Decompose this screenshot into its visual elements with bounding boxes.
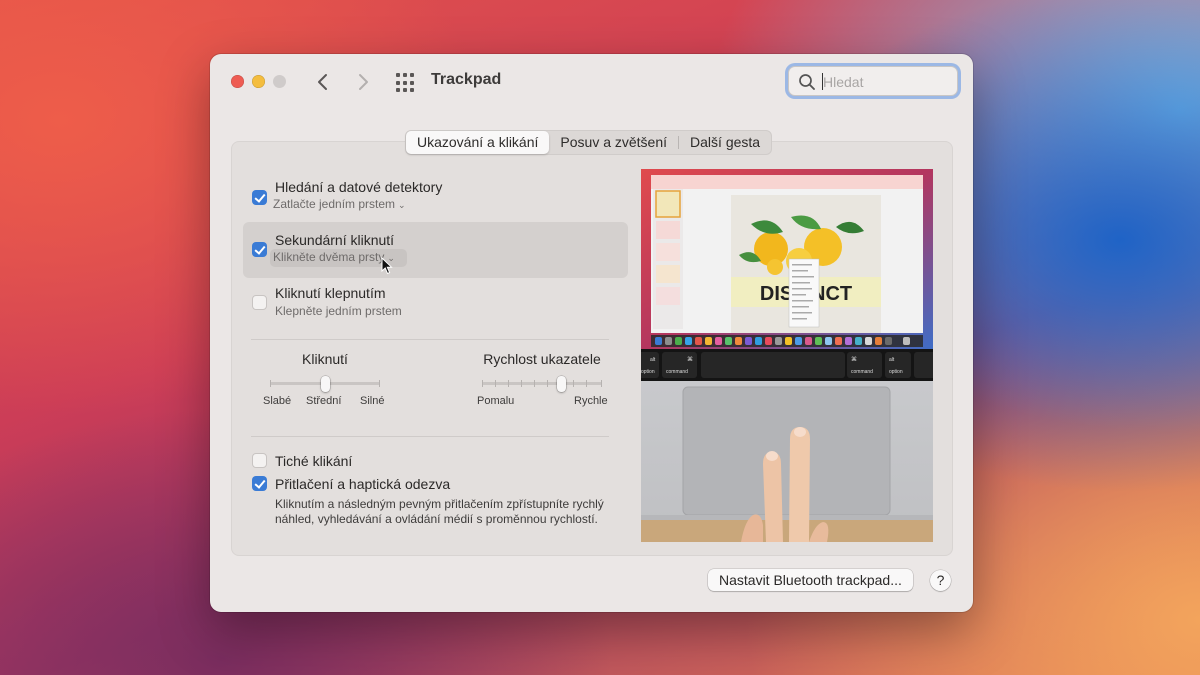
setup-bluetooth-trackpad-button[interactable]: Nastavit Bluetooth trackpad... xyxy=(708,569,913,591)
option-key-right: option xyxy=(889,369,903,375)
force-click-checkbox[interactable] xyxy=(252,476,267,491)
tab-bar: Ukazování a klikání Posuv a zvětšení Dal… xyxy=(405,130,773,155)
slider-tick xyxy=(573,380,574,387)
show-all-grid-icon[interactable] xyxy=(396,73,416,93)
secondary-click-label: Sekundární kliknutí xyxy=(275,232,395,248)
search-field[interactable] xyxy=(788,66,958,96)
slider-tick xyxy=(586,380,587,387)
lookup-gesture-popup[interactable]: Zatlačte jedním prstem ⌄ xyxy=(273,197,406,211)
click-slider-min: Slabé xyxy=(263,395,292,407)
secondary-click-gesture-popup[interactable]: Klikněte dvěma prsty ⌄ xyxy=(273,250,395,264)
tracking-speed-min: Pomalu xyxy=(477,395,515,407)
chevron-down-icon: ⌄ xyxy=(398,200,406,210)
click-slider-knob[interactable] xyxy=(321,376,330,392)
slider-tick xyxy=(534,380,535,387)
slider-tick xyxy=(482,380,483,387)
secondary-click-checkbox[interactable] xyxy=(252,242,267,257)
option-key-left: option xyxy=(641,369,655,375)
close-window-button[interactable] xyxy=(231,75,244,88)
command-symbol-right: ⌘ xyxy=(851,356,857,363)
tab-more-gestures[interactable]: Další gesta xyxy=(679,131,771,154)
silent-click-label: Tiché klikání xyxy=(275,453,353,469)
tab-point-and-click[interactable]: Ukazování a klikání xyxy=(406,131,550,154)
lookup-gesture-value: Zatlačte jedním prstem xyxy=(273,197,396,211)
click-slider-max: Silné xyxy=(360,395,385,407)
silent-click-checkbox[interactable] xyxy=(252,453,267,468)
command-symbol-left: ⌘ xyxy=(687,356,693,363)
slider-tick xyxy=(547,380,548,387)
preferences-window: Trackpad Ukazování a klikání Posuv a zvě… xyxy=(210,54,973,612)
back-chevron-icon[interactable] xyxy=(311,70,335,94)
mouse-pointer-icon xyxy=(381,257,393,275)
tracking-speed-title: Rychlost ukazatele xyxy=(483,351,601,367)
slider-tick xyxy=(521,380,522,387)
slider-tick xyxy=(601,380,602,387)
tap-to-click-label: Kliknutí klepnutím xyxy=(275,285,386,301)
lookup-checkbox[interactable] xyxy=(252,190,267,205)
click-slider-title: Kliknutí xyxy=(302,351,348,367)
tracking-speed-max: Rychle xyxy=(574,395,608,407)
tap-to-click-hint: Klepněte jedním prstem xyxy=(275,304,402,318)
force-click-description: Kliknutím a následným pevným přitlačením… xyxy=(275,497,604,526)
search-icon xyxy=(799,74,815,90)
titlebar: Trackpad xyxy=(210,54,973,110)
forward-chevron-icon[interactable] xyxy=(351,70,375,94)
tap-to-click-checkbox[interactable] xyxy=(252,295,267,310)
text-caret xyxy=(822,73,823,90)
zoom-window-button[interactable] xyxy=(273,75,286,88)
force-click-label: Přitlačení a haptická odezva xyxy=(275,476,451,492)
command-key-right: command xyxy=(851,369,873,375)
click-slider-mid: Střední xyxy=(306,395,342,407)
slider-tick xyxy=(270,380,271,387)
preview-illustration: DISTINCT xyxy=(641,169,933,542)
tracking-speed-knob[interactable] xyxy=(557,376,566,392)
help-button[interactable]: ? xyxy=(930,570,951,591)
gesture-preview-video: DISTINCT xyxy=(641,169,933,542)
tab-scroll-and-zoom[interactable]: Posuv a zvětšení xyxy=(549,131,678,154)
minimize-window-button[interactable] xyxy=(252,75,265,88)
slider-tick xyxy=(508,380,509,387)
secondary-click-gesture-value: Klikněte dvěma prsty xyxy=(273,250,385,264)
tracking-speed-track[interactable] xyxy=(482,382,602,385)
alt-key-left: alt xyxy=(650,357,656,363)
search-input[interactable] xyxy=(821,71,950,93)
command-key-left: command xyxy=(666,369,688,375)
slider-tick xyxy=(379,380,380,387)
slider-tick xyxy=(495,380,496,387)
divider xyxy=(251,339,609,340)
alt-key-right: alt xyxy=(889,357,895,363)
window-title: Trackpad xyxy=(431,71,502,88)
lookup-label: Hledání a datové detektory xyxy=(275,179,443,195)
divider xyxy=(251,436,609,437)
